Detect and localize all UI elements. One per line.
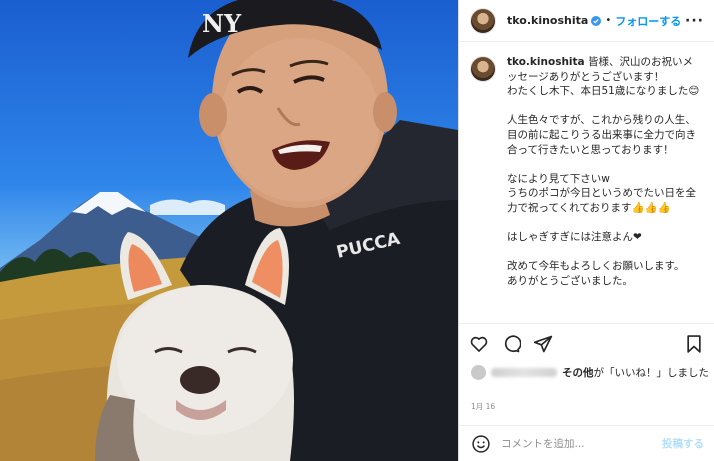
likes-summary[interactable]: その他が「いいね！」しました bbox=[471, 365, 709, 380]
post-date[interactable]: 1月 16 bbox=[471, 401, 495, 412]
caption-scroll[interactable]: tko.kinoshita 皆様、沢山のお祝いメッセージありがとうございます！ … bbox=[459, 43, 714, 318]
comment-input[interactable] bbox=[501, 437, 651, 450]
action-bar bbox=[459, 323, 714, 363]
post-side-panel: tko.kinoshita • フォローする ··· tko.kinoshita… bbox=[458, 0, 714, 461]
verified-icon bbox=[591, 15, 602, 26]
avatar[interactable] bbox=[470, 7, 496, 34]
comment-bar: 投稿する bbox=[459, 425, 714, 461]
bookmark-icon[interactable] bbox=[684, 334, 704, 354]
liker-name-blurred bbox=[491, 368, 557, 377]
post-header: tko.kinoshita • フォローする ··· bbox=[459, 0, 714, 42]
likes-others[interactable]: その他 bbox=[562, 367, 594, 379]
post-comment-button[interactable]: 投稿する bbox=[662, 436, 704, 451]
emoji-icon[interactable] bbox=[471, 434, 491, 454]
username-link[interactable]: tko.kinoshita bbox=[507, 14, 588, 27]
follow-button[interactable]: フォローする bbox=[615, 13, 681, 29]
caption-text: tko.kinoshita 皆様、沢山のお祝いメッセージありがとうございます！ … bbox=[507, 55, 702, 289]
cap-logo: NY bbox=[202, 9, 242, 38]
caption-body: わたくし木下、本日51歳になりました😊 人生色々ですが、これから残りの人生、目の… bbox=[507, 85, 700, 287]
caption-avatar[interactable] bbox=[470, 56, 496, 82]
photo-scene: PUCCA NY bbox=[0, 0, 458, 461]
separator-dot: • bbox=[605, 15, 612, 26]
share-icon[interactable] bbox=[533, 334, 553, 354]
heart-icon[interactable] bbox=[469, 334, 489, 354]
liker-avatar bbox=[471, 365, 486, 380]
likes-suffix: が「いいね！」しました bbox=[593, 367, 710, 379]
post-photo[interactable]: PUCCA NY bbox=[0, 0, 458, 461]
caption: tko.kinoshita 皆様、沢山のお祝いメッセージありがとうございます！ … bbox=[470, 55, 702, 289]
more-icon[interactable]: ··· bbox=[685, 13, 704, 29]
likes-text: その他が「いいね！」しました bbox=[562, 365, 709, 380]
comment-icon[interactable] bbox=[501, 334, 521, 354]
caption-username[interactable]: tko.kinoshita bbox=[507, 56, 585, 68]
